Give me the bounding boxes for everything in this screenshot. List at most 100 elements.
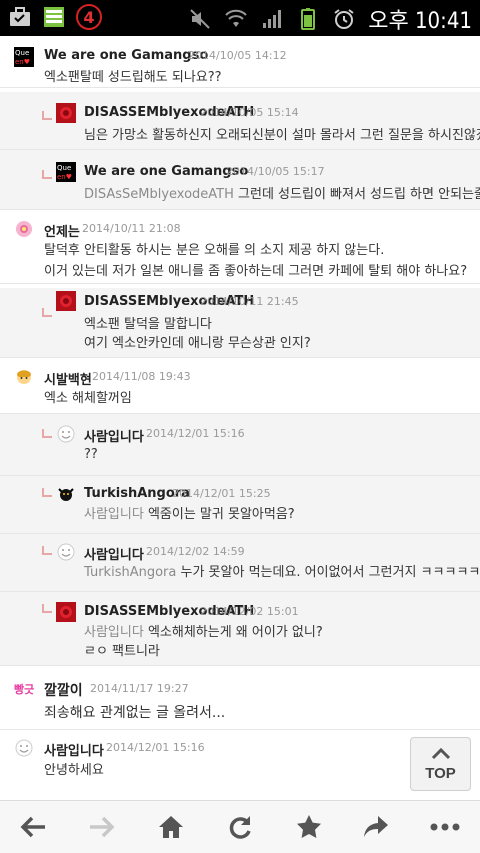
scroll-top-label: TOP — [425, 765, 456, 782]
flower-avatar-icon — [16, 221, 32, 237]
comment-author[interactable]: 언제는 — [44, 221, 80, 240]
comment-text-body: 엑소해체하는게 왜 어이가 없니? — [147, 625, 323, 640]
reply-item: Que en♥ We are one Gamangso 2014/10/05 15… — [0, 150, 480, 210]
mention-link[interactable]: TurkishAngora — [84, 565, 176, 580]
comment-author[interactable]: 깔깔이 — [44, 680, 83, 700]
comment-item: 사람입니다 2014/12/01 15:16 안녕하세요 — [0, 730, 480, 792]
reply-item: DISASSEMblyexodeATH 2014/12/02 15:01 사람입… — [0, 592, 480, 666]
status-bar: 4 오후 10:41 — [0, 0, 480, 36]
comment-date: 2014/11/08 19:43 — [92, 370, 191, 383]
comment-text: TurkishAngora 누가 못알아 먹는데요. 어이없어서 그런거지 ㅋㅋ… — [84, 562, 480, 583]
reply-arrow-icon — [42, 488, 52, 497]
mute-icon — [190, 9, 210, 29]
forward-icon — [90, 816, 115, 838]
reply-arrow-icon — [42, 111, 52, 120]
comment-text-body: 엑줌이는 말귀 못알아먹음? — [147, 507, 295, 522]
comment-date: 2014/10/11 21:45 — [200, 295, 299, 308]
back-button[interactable] — [18, 812, 48, 842]
cat-avatar-icon — [58, 488, 74, 501]
alarm-icon — [334, 9, 354, 29]
svg-text:Que: Que — [15, 49, 29, 57]
mention-link[interactable]: 사람입니다 — [84, 507, 144, 522]
divider — [0, 87, 480, 88]
browser-toolbar — [0, 800, 480, 853]
home-button[interactable] — [156, 812, 186, 842]
smile-avatar-icon — [57, 543, 75, 561]
divider — [0, 665, 480, 666]
comment-text: 여기 엑소안카인데 애니랑 무슨상관 인지? — [84, 336, 311, 351]
bookmark-button[interactable] — [294, 812, 324, 842]
reply-arrow-icon — [42, 170, 52, 179]
reply-item: DISASSEMblyexodeATH 2014/10/11 21:45 엑소팬… — [0, 288, 480, 358]
forward-button[interactable] — [87, 812, 117, 842]
comment-text: 엑소팬탈떼 성드립해도 되나요?? — [44, 70, 222, 85]
reply-arrow-icon — [42, 308, 52, 317]
rose-avatar-icon — [56, 103, 76, 123]
more-button[interactable] — [430, 812, 460, 842]
clock: 오후 10:41 — [368, 9, 472, 34]
storage-icon — [44, 7, 64, 27]
reply-arrow-icon — [42, 546, 52, 555]
comment-date: 2014/12/01 15:16 — [106, 741, 205, 754]
queen-avatar-icon: Queen♥ — [14, 47, 34, 67]
battery-icon — [301, 8, 316, 30]
mention-link[interactable]: 사람입니다 — [84, 625, 144, 640]
home-icon — [159, 816, 183, 838]
reply-arrow-icon — [42, 429, 52, 438]
comment-date: 2014/12/01 15:16 — [146, 427, 245, 440]
rose-avatar-icon — [56, 602, 76, 622]
reply-item: 사람입니다 2014/12/01 15:16 ?? — [0, 414, 480, 476]
queen-avatar-icon: Queen♥ — [56, 162, 76, 182]
svg-text:Que: Que — [57, 164, 71, 172]
girl-avatar-icon — [17, 370, 31, 384]
comment-date: 2014/10/11 21:08 — [82, 222, 181, 235]
comment-item: Que en♥ We are one Gamangso 2014/10/05 14… — [0, 36, 480, 88]
ppang-avatar-icon: 빵긋 — [14, 682, 34, 696]
divider — [0, 357, 480, 358]
comment-text: 엑소 해체할꺼임 — [44, 391, 132, 406]
divider — [0, 209, 480, 210]
smile-avatar-icon — [15, 739, 33, 757]
reply-item: DISASSEMblyexodeATH 2014/10/05 15:14 님은 … — [0, 92, 480, 150]
reply-arrow-icon — [42, 604, 52, 613]
comment-item: 시발백현 2014/11/08 19:43 엑소 해체할꺼임 — [0, 360, 480, 414]
comment-author[interactable]: We are one Gamangso — [84, 164, 248, 179]
comment-text: 사람입니다 엑줌이는 말귀 못알아먹음? — [84, 504, 295, 525]
svg-text:en♥: en♥ — [15, 58, 30, 66]
comment-author[interactable]: 시발백현 — [44, 369, 92, 388]
comment-author[interactable]: 사람입니다 — [84, 426, 144, 445]
refresh-button[interactable] — [225, 812, 255, 842]
comment-date: 2014/12/02 14:59 — [146, 545, 245, 558]
comment-text-body: 그런데 성드립이 빠져서 성드립 하면 안되는줄 알았어요 — [238, 187, 480, 202]
comment-date: 2014/10/05 15:14 — [200, 106, 299, 119]
comment-text: ?? — [84, 447, 98, 462]
comment-text: 님은 가망소 활동하신지 오래되신분이 설마 몰라서 그런 질문을 하시진않겠죠 — [84, 128, 480, 143]
scroll-top-button[interactable]: TOP — [410, 737, 471, 791]
mention-link[interactable]: DISAsSeMblyexodeATH — [84, 187, 234, 202]
comment-author[interactable]: 사람입니다 — [44, 740, 104, 759]
signal-icon — [263, 10, 282, 28]
comment-text: 이거 있는데 저가 일본 애니를 좀 좋아하는데 그러면 카페에 탈퇴 해야 하… — [44, 264, 468, 279]
more-icon — [430, 823, 460, 831]
comment-date: 2014/10/05 14:12 — [188, 49, 287, 62]
smile-avatar-icon — [57, 425, 75, 443]
comment-date: 2014/12/02 15:01 — [200, 605, 299, 618]
svg-text:en♥: en♥ — [57, 173, 72, 181]
reply-item: 사람입니다 2014/12/02 14:59 TurkishAngora 누가 … — [0, 534, 480, 592]
comment-text: DISAsSeMblyexodeATH 그런데 성드립이 빠져서 성드립 하면 … — [84, 184, 480, 205]
chevron-up-icon — [431, 747, 451, 760]
comment-list[interactable]: Que en♥ We are one Gamangso 2014/10/05 14… — [0, 36, 480, 800]
comment-date: 2014/12/01 15:25 — [172, 487, 271, 500]
bookmark-star-icon — [297, 815, 321, 838]
rose-avatar-icon — [56, 291, 76, 311]
share-icon — [364, 816, 388, 837]
share-button[interactable] — [361, 812, 391, 842]
comment-author[interactable]: We are one Gamangso — [44, 48, 208, 63]
comment-item: 빵긋 깔깔이 2014/11/17 19:27 죄송해요 관계없는 글 올려서.… — [0, 668, 480, 730]
notification-count-badge: 4 — [76, 4, 102, 30]
comment-text-body: 누가 못알아 먹는데요. 어이없어서 그런거지 ㅋㅋㅋㅋㅋ — [180, 565, 480, 580]
comment-text: ㄹㅇ 팩트니라 — [84, 644, 160, 659]
back-icon — [20, 816, 45, 838]
comment-text: 죄송해요 관계없는 글 올려서... — [44, 705, 226, 721]
comment-author[interactable]: 사람입니다 — [84, 544, 144, 563]
